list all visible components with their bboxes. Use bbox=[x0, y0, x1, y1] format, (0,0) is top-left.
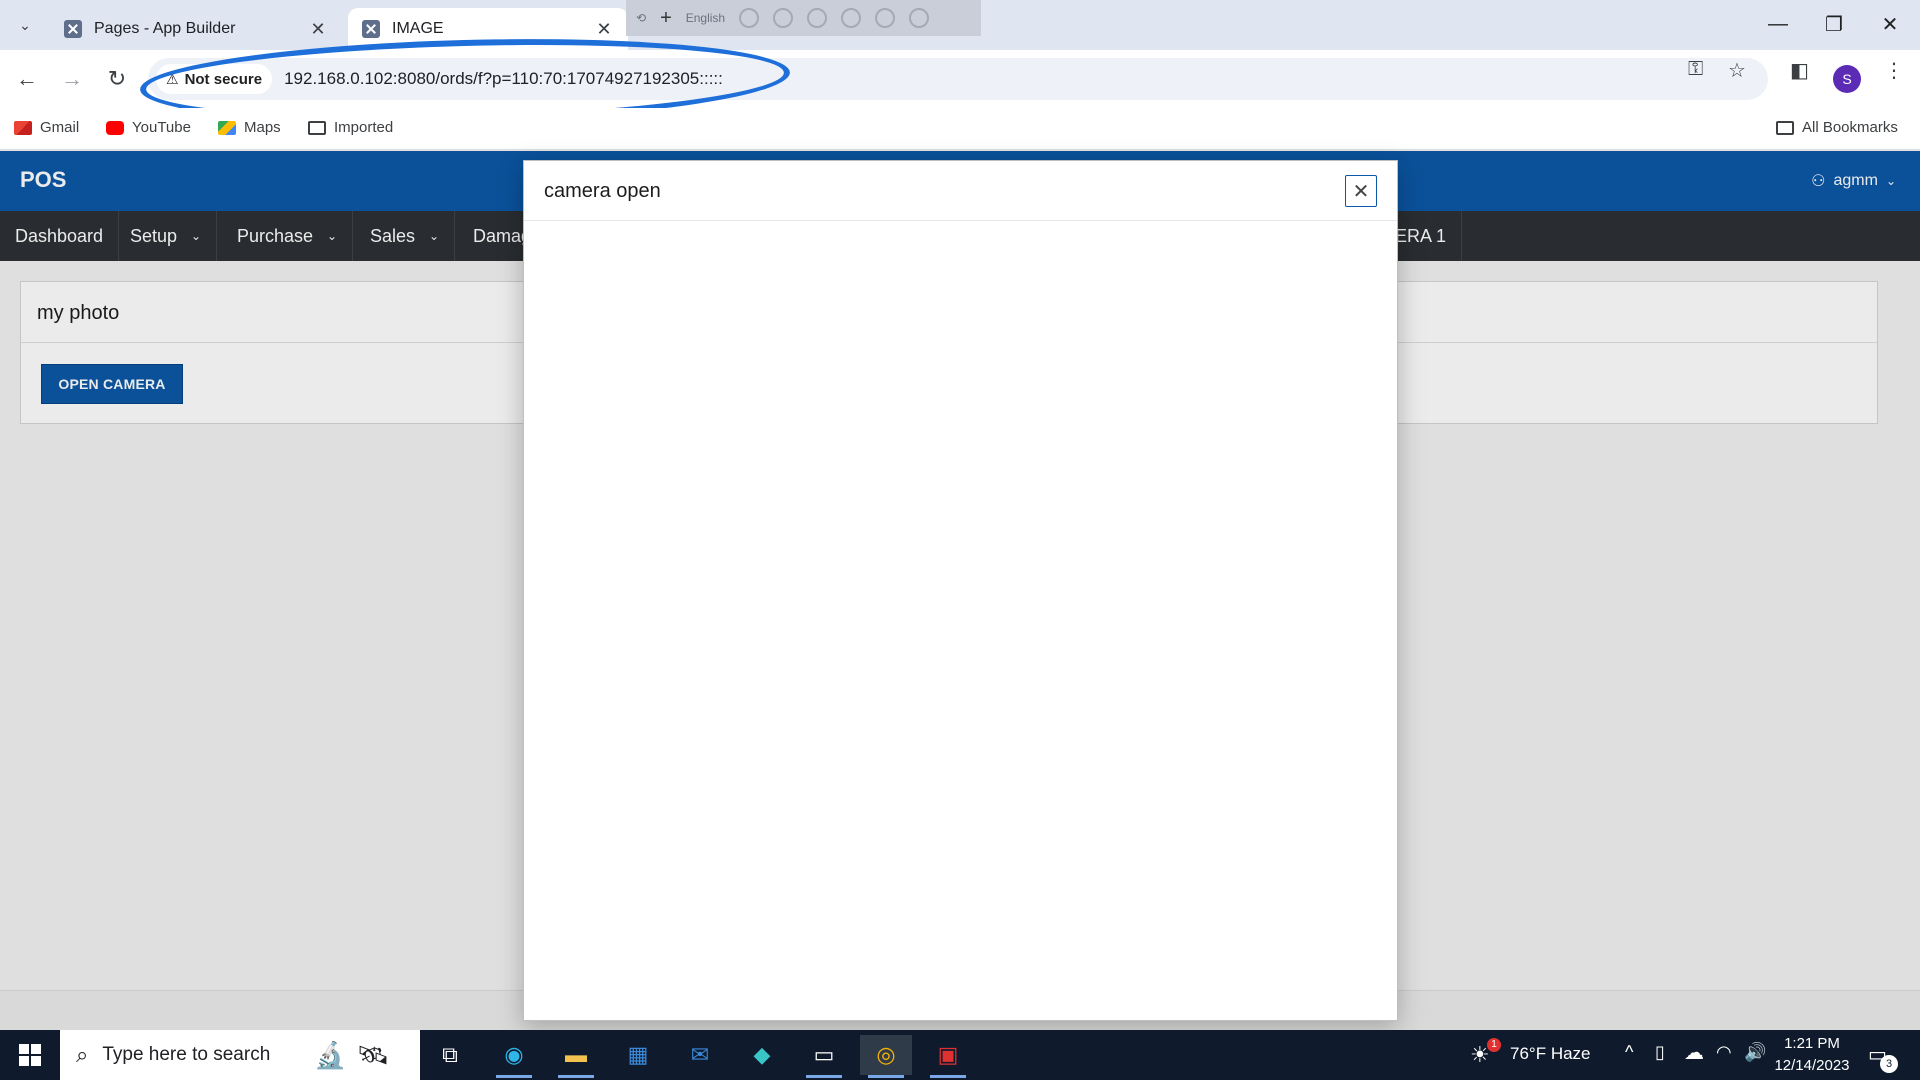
mail-icon[interactable]: ✉ bbox=[674, 1035, 726, 1075]
close-window-button[interactable]: ✕ bbox=[1862, 0, 1918, 48]
folder-icon bbox=[1776, 120, 1794, 135]
profile-avatar[interactable]: S bbox=[1833, 65, 1861, 93]
taskbar-search[interactable]: ⌕ Type here to search 🔬 🛰 bbox=[60, 1030, 420, 1080]
side-panel-icon[interactable]: ◧ bbox=[1790, 58, 1809, 83]
ime-language[interactable]: English bbox=[686, 11, 725, 25]
tab-search-button[interactable]: ⌄ bbox=[10, 10, 40, 40]
weather-text[interactable]: 76°F Haze bbox=[1510, 1044, 1591, 1064]
ime-settings-icon[interactable] bbox=[807, 8, 828, 28]
bookmark-youtube[interactable]: YouTube bbox=[106, 119, 191, 136]
clock-time: 1:21 PM bbox=[1784, 1035, 1840, 1052]
browser-toolbar: ← → ↻ ⚠ Not secure 192.168.0.102:8080/or… bbox=[0, 50, 1920, 108]
ime-keyboard-icon[interactable] bbox=[739, 8, 760, 28]
ime-mode-icon[interactable]: ⟲ bbox=[636, 11, 646, 25]
bookmarks-bar: Gmail YouTube Maps Imported All Bookmark… bbox=[0, 108, 1920, 150]
bookmark-maps[interactable]: Maps bbox=[218, 119, 281, 136]
ime-toolbar: ⟲ + English bbox=[626, 0, 981, 36]
folder-icon bbox=[308, 120, 326, 135]
chrome-icon[interactable]: ◎ bbox=[860, 1035, 912, 1078]
ime-info-icon[interactable] bbox=[909, 8, 930, 28]
reload-icon[interactable]: ↻ bbox=[100, 62, 134, 96]
taskbar-clock[interactable]: 1:21 PM 12/14/2023 bbox=[1772, 1033, 1852, 1077]
bookmark-star-icon[interactable]: ☆ bbox=[1728, 58, 1746, 83]
browser-tabstrip: ⌄ Pages - App Builder ✕ IMAGE ✕ ⟲ + Engl… bbox=[0, 0, 1920, 50]
bookmark-label: Imported bbox=[334, 119, 394, 136]
edge-icon[interactable]: ◉ bbox=[488, 1035, 540, 1078]
notification-count: 3 bbox=[1880, 1055, 1898, 1073]
security-label: Not secure bbox=[184, 70, 263, 88]
clock-date: 12/14/2023 bbox=[1774, 1057, 1850, 1074]
satellite-icon: 🛰 bbox=[356, 1039, 390, 1070]
tab-image[interactable]: IMAGE ✕ bbox=[348, 8, 628, 50]
tab-pages-app-builder[interactable]: Pages - App Builder ✕ bbox=[50, 8, 342, 50]
bookmark-gmail[interactable]: Gmail bbox=[14, 119, 79, 136]
maps-icon bbox=[218, 120, 236, 135]
onedrive-cloud-icon[interactable]: ☁ bbox=[1684, 1040, 1704, 1065]
dialog-title: camera open bbox=[544, 180, 661, 202]
tab-title: Pages - App Builder bbox=[94, 20, 236, 37]
chevron-down-icon: ⌄ bbox=[19, 16, 31, 33]
windows-logo-icon bbox=[19, 1044, 41, 1066]
close-icon[interactable]: ✕ bbox=[1345, 175, 1377, 207]
ime-help-icon[interactable] bbox=[875, 8, 896, 28]
ime-pen-icon[interactable] bbox=[841, 8, 862, 28]
back-arrow-icon[interactable]: ← bbox=[10, 62, 44, 96]
dialog-divider bbox=[524, 220, 1397, 221]
task-view-icon[interactable]: ⧉ bbox=[424, 1035, 476, 1075]
tab-title: IMAGE bbox=[392, 20, 444, 37]
apex-favicon-icon bbox=[362, 20, 380, 38]
warning-triangle-icon: ⚠ bbox=[166, 70, 179, 87]
minimize-button[interactable]: — bbox=[1750, 0, 1806, 48]
start-button[interactable] bbox=[0, 1030, 60, 1080]
apex-favicon-icon bbox=[64, 20, 82, 38]
url-text[interactable]: 192.168.0.102:8080/ords/f?p=110:70:17074… bbox=[284, 69, 723, 89]
chevron-up-icon[interactable]: ^ bbox=[1625, 1042, 1633, 1063]
bookmark-imported[interactable]: Imported bbox=[308, 119, 393, 136]
password-key-icon[interactable]: ⚿ bbox=[1688, 58, 1703, 81]
file-explorer-icon[interactable]: ▬ bbox=[550, 1035, 602, 1078]
tab-close-icon[interactable]: ✕ bbox=[594, 19, 614, 40]
oracle-icon[interactable]: ▣ bbox=[922, 1035, 974, 1078]
search-icon: ⌕ bbox=[76, 1042, 89, 1067]
camera-dialog: camera open ✕ bbox=[523, 160, 1398, 1021]
security-chip[interactable]: ⚠ Not secure bbox=[156, 64, 273, 94]
wifi-icon[interactable]: ◠ bbox=[1716, 1042, 1732, 1063]
bookmark-label: Gmail bbox=[40, 119, 80, 136]
gmail-icon bbox=[14, 120, 32, 135]
search-highlight-icon: 🔬 bbox=[314, 1039, 347, 1070]
all-bookmarks-label: All Bookmarks bbox=[1802, 119, 1898, 136]
new-tab-icon[interactable]: + bbox=[660, 7, 672, 30]
bookmark-label: YouTube bbox=[132, 119, 191, 136]
ime-tool-icon[interactable] bbox=[773, 8, 794, 28]
volume-icon[interactable]: 🔊 bbox=[1744, 1042, 1766, 1063]
kebab-menu-icon[interactable]: ⋮ bbox=[1884, 58, 1904, 83]
youtube-icon bbox=[106, 120, 124, 135]
all-bookmarks[interactable]: All Bookmarks bbox=[1776, 119, 1898, 136]
terminal-icon[interactable]: ▭ bbox=[798, 1035, 850, 1078]
app-teal-icon[interactable]: ◆ bbox=[736, 1035, 788, 1075]
bookmark-label: Maps bbox=[244, 119, 281, 136]
search-placeholder: Type here to search bbox=[102, 1044, 271, 1065]
store-icon[interactable]: ▦ bbox=[612, 1035, 664, 1075]
restore-button[interactable]: ❐ bbox=[1806, 0, 1862, 48]
device-icon[interactable]: ▯ bbox=[1655, 1042, 1665, 1063]
windows-taskbar: ⌕ Type here to search 🔬 🛰 ⧉ ◉ ▬ ▦ ✉ ◆ ▭ … bbox=[0, 1030, 1920, 1080]
address-bar[interactable]: ⚠ Not secure 192.168.0.102:8080/ords/f?p… bbox=[148, 58, 1768, 100]
weather-badge: 1 bbox=[1487, 1038, 1501, 1052]
tab-close-icon[interactable]: ✕ bbox=[308, 19, 328, 40]
forward-arrow-icon[interactable]: → bbox=[55, 62, 89, 96]
